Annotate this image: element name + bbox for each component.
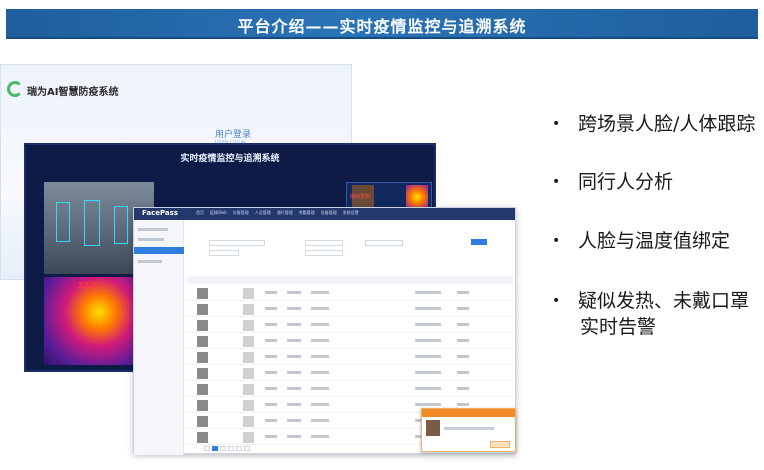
brand-logo-icon bbox=[7, 81, 23, 97]
sidebar-item[interactable] bbox=[138, 228, 168, 231]
date-range-input[interactable] bbox=[209, 240, 265, 246]
page-button[interactable] bbox=[220, 446, 226, 451]
bullet-icon: • bbox=[552, 233, 561, 249]
slide-title: 平台介绍——实时疫情监控与追溯系统 bbox=[237, 17, 527, 36]
app-name: FacePass bbox=[142, 209, 178, 217]
nav-item[interactable]: 系统设置 bbox=[343, 210, 359, 216]
alert-text bbox=[444, 427, 494, 430]
nav-item[interactable]: 通行管理 bbox=[277, 210, 293, 216]
table-row[interactable] bbox=[187, 286, 513, 301]
thermal-temperature: 37.3 bbox=[78, 281, 98, 290]
nav-item[interactable]: 访客管理 bbox=[233, 210, 249, 216]
monitor-title: 实时疫情监控与追溯系统 bbox=[180, 154, 280, 164]
nav-item[interactable]: 疫情Web bbox=[210, 210, 227, 216]
alert-face-photo bbox=[426, 420, 440, 436]
page-button-current[interactable] bbox=[212, 446, 218, 451]
app-topbar: FacePass 首页 疫情Web 访客管理 人员管理 通行管理 考勤管理 设备… bbox=[134, 208, 515, 220]
table-row[interactable] bbox=[187, 302, 513, 317]
fever-alert-popup[interactable] bbox=[421, 408, 516, 452]
page-prev-button[interactable] bbox=[204, 446, 210, 451]
filter-select[interactable] bbox=[305, 250, 343, 256]
nav-item[interactable]: 人员管理 bbox=[255, 210, 271, 216]
bullet-icon: • bbox=[552, 116, 561, 132]
filter-select[interactable] bbox=[365, 240, 403, 246]
pagination bbox=[204, 446, 250, 451]
bullet-icon: • bbox=[552, 174, 561, 190]
table-row[interactable] bbox=[187, 334, 513, 349]
table-row[interactable] bbox=[187, 350, 513, 365]
table-row[interactable] bbox=[187, 366, 513, 381]
nav-item[interactable]: 首页 bbox=[196, 210, 204, 216]
thermal-face-photo bbox=[406, 185, 428, 209]
alert-confirm-button[interactable] bbox=[490, 441, 510, 448]
table-header bbox=[187, 276, 513, 284]
sidebar-item[interactable] bbox=[138, 260, 162, 263]
slide-header: 平台介绍——实时疫情监控与追溯系统 bbox=[6, 9, 758, 39]
filter-select[interactable] bbox=[305, 240, 343, 246]
app-sidebar bbox=[134, 220, 184, 455]
page-button[interactable] bbox=[228, 446, 234, 451]
table-row[interactable] bbox=[187, 318, 513, 333]
bullet-icon: • bbox=[552, 293, 561, 309]
sidebar-item-active[interactable] bbox=[134, 247, 184, 254]
user-login-label: 用户登录 bbox=[215, 130, 252, 140]
page-next-button[interactable] bbox=[244, 446, 250, 451]
filter-select[interactable] bbox=[209, 250, 239, 256]
table-row[interactable] bbox=[187, 382, 513, 397]
nav-item[interactable]: 考勤管理 bbox=[299, 210, 315, 216]
brand-name: 瑞为AI智慧防疫系统 bbox=[27, 87, 119, 98]
top-nav: 首页 疫情Web 访客管理 人员管理 通行管理 考勤管理 设备管理 系统设置 bbox=[196, 210, 359, 216]
sidebar-item[interactable] bbox=[138, 238, 164, 241]
fever-label: 疑似发热 bbox=[350, 194, 371, 200]
filter-bar bbox=[187, 238, 513, 260]
query-button[interactable] bbox=[471, 239, 487, 245]
page-button[interactable] bbox=[236, 446, 242, 451]
alert-header bbox=[422, 409, 515, 417]
nav-item[interactable]: 设备管理 bbox=[321, 210, 337, 216]
